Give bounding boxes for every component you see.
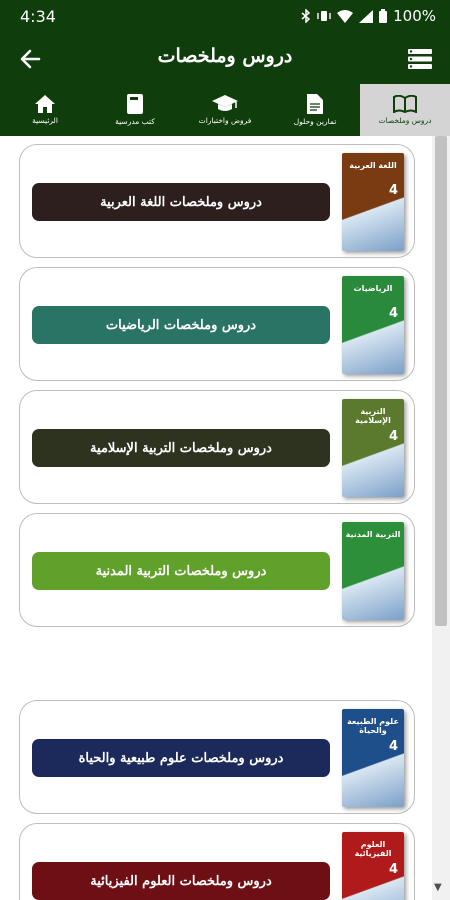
home-icon [35, 95, 55, 113]
book-open-icon [393, 95, 417, 113]
book-cover-arabic: اللغة العربية 4 [342, 153, 404, 251]
tab-home-label: الرئيسية [32, 116, 58, 125]
tab-exercises[interactable]: تمارين وحلول [270, 84, 360, 136]
book-icon [127, 94, 143, 114]
book-cover-title: العلوم الفيزيائية [354, 840, 392, 858]
tab-textbooks[interactable]: كتب مدرسية [90, 84, 180, 136]
subject-button-islamic[interactable]: دروس وملخصات التربية الإسلامية [32, 429, 330, 467]
subject-button-math[interactable]: دروس وملخصات الرياضيات [32, 306, 330, 344]
book-cover-grade: 4 [388, 429, 398, 444]
book-cover-natural-science: علوم الطبيعة والحياة 4 [342, 709, 404, 807]
subject-button-natural-science[interactable]: دروس وملخصات علوم طبيعية والحياة [32, 739, 330, 777]
wifi-icon [337, 9, 354, 23]
book-cover-grade: 4 [388, 739, 398, 754]
arrow-left-icon [20, 49, 41, 69]
book-cover-title: اللغة العربية [349, 161, 397, 170]
tab-bar: الرئيسية كتب مدرسية فروض واختبارات تماري… [0, 84, 450, 136]
book-cover-grade: 4 [388, 183, 398, 198]
book-cover-title: التربية المدنية [345, 530, 401, 539]
subject-button-arabic[interactable]: دروس وملخصات اللغة العربية [32, 183, 330, 221]
subject-list: دروس وملخصات اللغة العربية اللغة العربية… [0, 136, 432, 900]
subject-card-physics[interactable]: دروس وملخصات العلوم الفيزيائية العلوم ال… [19, 823, 415, 900]
subject-card-math[interactable]: دروس وملخصات الرياضيات الرياضيات 4 [19, 267, 415, 381]
subject-card-arabic[interactable]: دروس وملخصات اللغة العربية اللغة العربية… [19, 144, 415, 258]
book-cover-grade: 4 [388, 306, 398, 321]
tab-lessons[interactable]: دروس وملخصات [360, 84, 450, 136]
tab-exercises-label: تمارين وحلول [293, 117, 337, 126]
menu-button[interactable] [404, 43, 436, 75]
book-cover-civic: التربية المدنية [342, 522, 404, 620]
tab-textbooks-label: كتب مدرسية [115, 117, 155, 126]
scroll-down-arrow-icon[interactable]: ▼ [434, 882, 442, 893]
book-cover-physics: العلوم الفيزيائية 4 [342, 832, 404, 900]
status-time: 4:34 [20, 7, 56, 26]
tab-home[interactable]: الرئيسية [0, 84, 90, 136]
status-bar: 4:34 100% [0, 0, 450, 34]
bluetooth-icon [301, 9, 311, 23]
book-cover-title: علوم الطبيعة والحياة [347, 717, 399, 735]
tab-tests-label: فروض واختبارات [198, 116, 252, 125]
subject-button-civic[interactable]: دروس وملخصات التربية المدنية [32, 552, 330, 590]
graduation-cap-icon [212, 95, 238, 111]
page-title: دروس وملخصات [157, 45, 293, 67]
subject-card-natural-science[interactable]: دروس وملخصات علوم طبيعية والحياة علوم ال… [19, 700, 415, 814]
app-bar: دروس وملخصات [0, 34, 450, 84]
book-cover-islamic: التربية الإسلامية 4 [342, 399, 404, 497]
scrollbar-thumb[interactable] [435, 136, 447, 626]
book-cover-grade: 4 [388, 862, 398, 877]
book-cover-title: التربية الإسلامية [355, 407, 391, 425]
signal-icon [359, 9, 374, 23]
book-cover-title: الرياضيات [353, 284, 393, 293]
tab-tests[interactable]: فروض واختبارات [180, 84, 270, 136]
subject-card-civic[interactable]: دروس وملخصات التربية المدنية التربية الم… [19, 513, 415, 627]
vibrate-icon [317, 11, 331, 21]
status-icons: 100% [301, 7, 436, 25]
battery-icon [379, 9, 388, 23]
battery-level: 100% [393, 7, 436, 25]
list-menu-icon [408, 49, 432, 69]
book-cover-math: الرياضيات 4 [342, 276, 404, 374]
document-icon [307, 94, 323, 114]
back-button[interactable] [14, 43, 46, 75]
subject-button-physics[interactable]: دروس وملخصات العلوم الفيزيائية [32, 862, 330, 900]
tab-lessons-label: دروس وملخصات [378, 116, 432, 125]
subject-card-islamic[interactable]: دروس وملخصات التربية الإسلامية التربية ا… [19, 390, 415, 504]
